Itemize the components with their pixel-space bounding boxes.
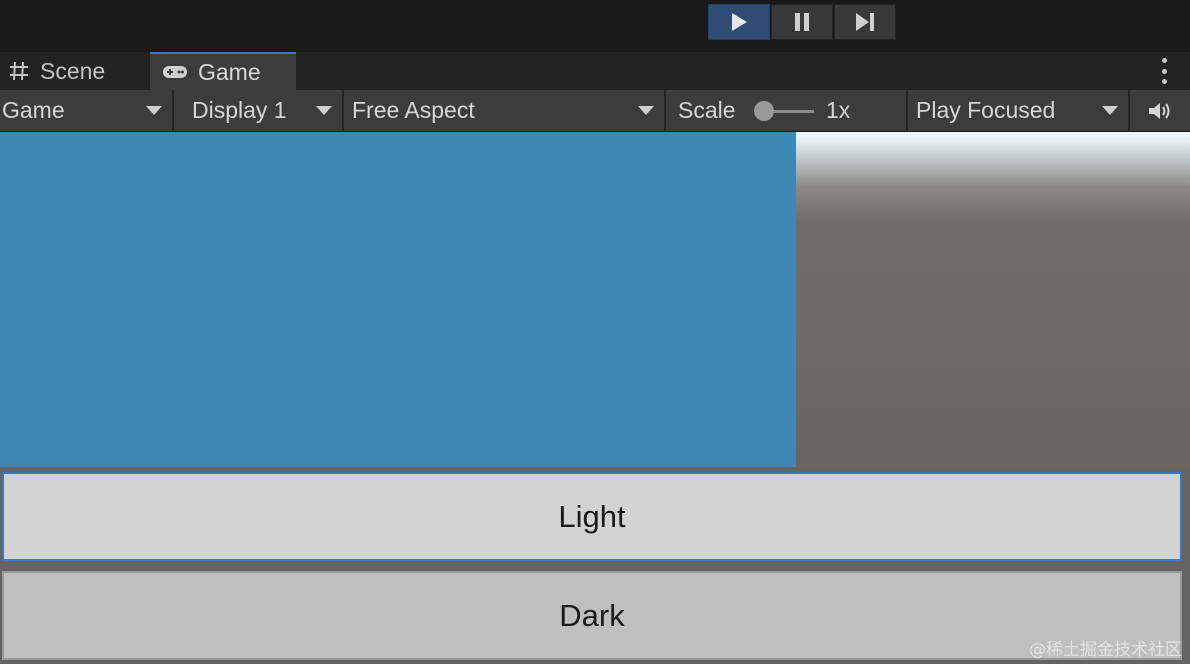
- play-focus-dropdown[interactable]: Play Focused: [908, 90, 1130, 131]
- tab-scene-label: Scene: [40, 57, 106, 84]
- dark-theme-button[interactable]: Dark: [2, 571, 1182, 660]
- speaker-icon: [1149, 102, 1170, 119]
- game-view-toolbar: Game Display 1 Free Aspect Scale 1x Play…: [0, 90, 1190, 132]
- step-icon: [856, 13, 874, 31]
- watermark-text: @稀土掘金技术社区: [1029, 640, 1182, 660]
- play-controls: [708, 4, 896, 40]
- tab-scene[interactable]: Scene: [0, 52, 150, 90]
- dark-button-label: Dark: [559, 597, 625, 633]
- top-toolbar: [0, 0, 1190, 52]
- light-theme-button[interactable]: Light: [2, 472, 1182, 561]
- play-icon: [732, 13, 747, 31]
- chevron-down-icon: [638, 106, 654, 115]
- chevron-down-icon: [1102, 106, 1118, 115]
- view-type-dropdown[interactable]: Game: [0, 90, 174, 131]
- display-dropdown[interactable]: Display 1: [174, 90, 344, 131]
- pause-icon: [795, 13, 809, 31]
- play-button[interactable]: [708, 4, 770, 40]
- play-focus-label: Play Focused: [916, 97, 1056, 123]
- tab-game[interactable]: Game: [150, 52, 296, 90]
- more-options-icon[interactable]: [1152, 58, 1176, 84]
- aspect-label: Free Aspect: [352, 97, 475, 123]
- mute-audio-button[interactable]: [1130, 90, 1190, 131]
- blue-panel: [0, 132, 796, 467]
- chevron-down-icon: [146, 106, 162, 115]
- display-label: Display 1: [192, 97, 287, 123]
- chevron-down-icon: [316, 106, 332, 115]
- game-viewport: Light Dark @稀土掘金技术社区: [0, 132, 1190, 664]
- view-type-label: Game: [2, 97, 65, 123]
- aspect-dropdown[interactable]: Free Aspect: [344, 90, 666, 131]
- light-button-label: Light: [558, 498, 626, 534]
- scale-label: Scale: [678, 97, 736, 123]
- skybox-background: [796, 132, 1190, 467]
- scale-control: Scale 1x: [666, 90, 908, 131]
- scale-value: 1x: [826, 97, 851, 123]
- scale-slider-thumb[interactable]: [754, 101, 774, 121]
- step-button[interactable]: [834, 4, 896, 40]
- gamepad-icon: [162, 64, 188, 80]
- window-tab-bar: Scene Game: [0, 52, 1190, 90]
- pause-button[interactable]: [771, 4, 833, 40]
- hash-icon: [8, 60, 30, 82]
- tab-game-label: Game: [198, 58, 261, 85]
